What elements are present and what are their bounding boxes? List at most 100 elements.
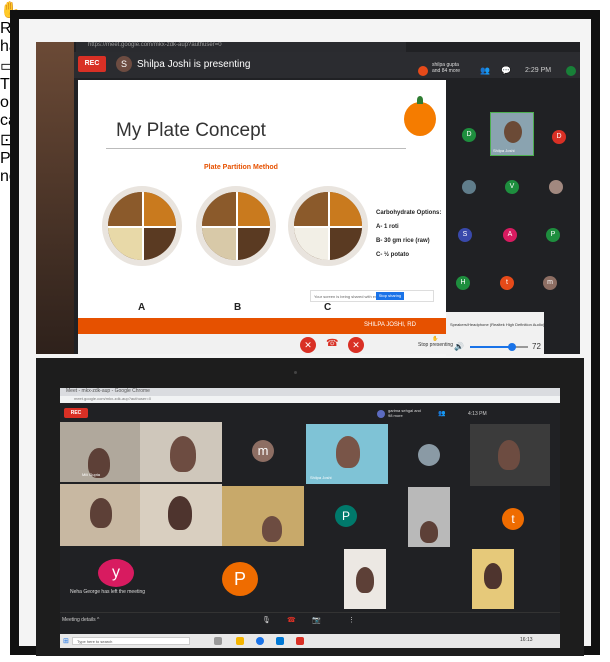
left-meeting-notice: Neha George has left the meeting [70, 589, 146, 595]
sharing-popup: Your screen is being shared with everyon… [310, 290, 434, 302]
participant-face [420, 521, 438, 543]
participant-photo-tile[interactable] [462, 180, 476, 194]
video-tile[interactable]: Shilpa Joshi [306, 424, 388, 484]
browser-tab[interactable]: Meet - mkx-zdk-aup - Google Chrome [60, 388, 560, 396]
windows-taskbar: ⊞ Type here to search 16:13 [60, 634, 560, 648]
presenter-avatar: S [116, 56, 132, 72]
presenting-text: Shilpa Joshi is presenting [137, 59, 251, 70]
orange-logo [404, 96, 436, 136]
chrome-icon[interactable] [256, 637, 264, 645]
address-bar[interactable]: meet.google.com/mkx-zdk-aup?authuser=0 [60, 396, 560, 403]
address-bar[interactable]: https://meet.google.com/mkx-zdk-aup?auth… [76, 42, 406, 52]
participant-avatar [377, 410, 385, 418]
video-tile[interactable] [222, 486, 304, 546]
people-icon[interactable]: 👥 [438, 410, 445, 417]
video-tile-name: Shilpa Joshi [310, 475, 332, 480]
participant-face [168, 496, 192, 530]
more-options-icon[interactable]: ⋮ [348, 616, 355, 624]
clock: 2:29 PM [525, 67, 552, 74]
participant-face [262, 516, 282, 542]
slide-title: My Plate Concept [116, 120, 266, 141]
video-tile-name: Mili Gupta [82, 472, 101, 477]
avatar-tile[interactable]: y [98, 559, 134, 587]
video-tile[interactable] [470, 424, 550, 486]
participant-face [498, 440, 520, 470]
slide-subtitle: Plate Partition Method [204, 164, 278, 171]
camera-button[interactable]: 📷 [312, 616, 321, 624]
video-tile[interactable] [140, 484, 222, 546]
people-icon[interactable]: 👥 [480, 66, 490, 75]
avatar-tile[interactable]: P [222, 562, 258, 596]
participant-face [90, 498, 112, 528]
meeting-details-button[interactable]: Meeting details ^ [62, 617, 99, 623]
mic-button[interactable]: 🎙 [262, 616, 271, 624]
participant-photo-tile[interactable] [549, 180, 563, 194]
participant-face [336, 436, 360, 468]
hangup-button[interactable]: ☎ [326, 338, 338, 349]
participants-text: garima sehgal and 98 more [388, 408, 421, 418]
participant-tile[interactable]: D [552, 130, 566, 144]
volume-knob[interactable] [507, 343, 516, 351]
volume-value: 72 [532, 342, 541, 351]
rec-badge: REC [78, 56, 106, 72]
participant-face [170, 436, 196, 472]
room-wall [36, 42, 76, 354]
account-avatar[interactable] [566, 66, 576, 76]
participant-tile[interactable]: t [500, 276, 514, 290]
slide-title-rule [106, 148, 406, 149]
chevron-up-icon: ^ [97, 617, 100, 623]
carb-options: Carbohydrate Options: A- 1 roti B- 30 gm… [376, 206, 441, 262]
avatar-tile[interactable]: t [502, 508, 524, 530]
video-tile[interactable] [408, 487, 450, 547]
stop-sharing-button[interactable]: Stop sharing [376, 292, 404, 300]
video-tile[interactable] [60, 484, 140, 546]
plate-label-b: B [234, 302, 242, 313]
camera-off-button[interactable]: ✕ [348, 337, 364, 353]
options-title: Carbohydrate Options: [376, 210, 442, 216]
windows-start-icon[interactable]: ⊞ [63, 637, 69, 645]
webcam-dot [294, 371, 297, 374]
participant-tile[interactable]: P [546, 228, 560, 242]
video-tile[interactable]: Mili Gupta [60, 422, 140, 482]
volume-icon[interactable]: 🔊 [454, 342, 464, 351]
participant-tile[interactable]: D [462, 128, 476, 142]
file-explorer-icon[interactable] [236, 637, 244, 645]
present-label: Stop presenting [418, 342, 454, 348]
chat-icon[interactable]: 💬 [501, 66, 511, 75]
participant-tile[interactable]: m [543, 276, 557, 290]
participants-text: shilpa gupta and 84 more [432, 62, 461, 74]
avatar-tile[interactable]: P [335, 505, 357, 527]
speaker-device-text: Speakers/Headphone (Realtek High Definit… [450, 322, 544, 327]
meet-bottom-bar [78, 334, 446, 354]
video-tile[interactable] [344, 549, 386, 609]
participant-tile[interactable]: V [505, 180, 519, 194]
hangup-button[interactable]: ☎ [287, 616, 296, 624]
video-tile[interactable] [472, 549, 514, 609]
participant-face [504, 121, 522, 143]
video-tile-name: Shilpa Joshi [493, 148, 515, 153]
participant-tile[interactable]: A [503, 228, 517, 242]
task-view-icon[interactable] [214, 637, 222, 645]
video-tile[interactable]: Shilpa Joshi [490, 112, 534, 156]
avatar-tile[interactable]: m [252, 440, 274, 462]
plate-label-c: C [324, 302, 332, 313]
plate-a-image [102, 186, 182, 266]
mic-off-button[interactable]: ✕ [300, 337, 316, 353]
taskbar-search[interactable]: Type here to search [72, 637, 190, 645]
volume-slider[interactable] [470, 343, 528, 351]
app-icon[interactable] [296, 637, 304, 645]
meet-bottom-bar [60, 612, 560, 634]
option-item: C- ½ potato [376, 252, 409, 258]
plate-label-a: A [138, 302, 146, 313]
present-button[interactable]: ✋ Stop presenting [418, 336, 453, 348]
participant-face [484, 563, 502, 589]
participant-tile[interactable]: H [456, 276, 470, 290]
plate-b-image [196, 186, 276, 266]
option-item: B- 30 gm rice (raw) [376, 238, 430, 244]
video-tile[interactable] [140, 422, 222, 482]
participant-photo-tile[interactable] [418, 444, 440, 466]
participant-tile[interactable]: S [458, 228, 472, 242]
clock: 4:13 PM [468, 411, 487, 417]
meeting-details-label: Meeting details [62, 617, 96, 623]
edge-icon[interactable] [276, 637, 284, 645]
